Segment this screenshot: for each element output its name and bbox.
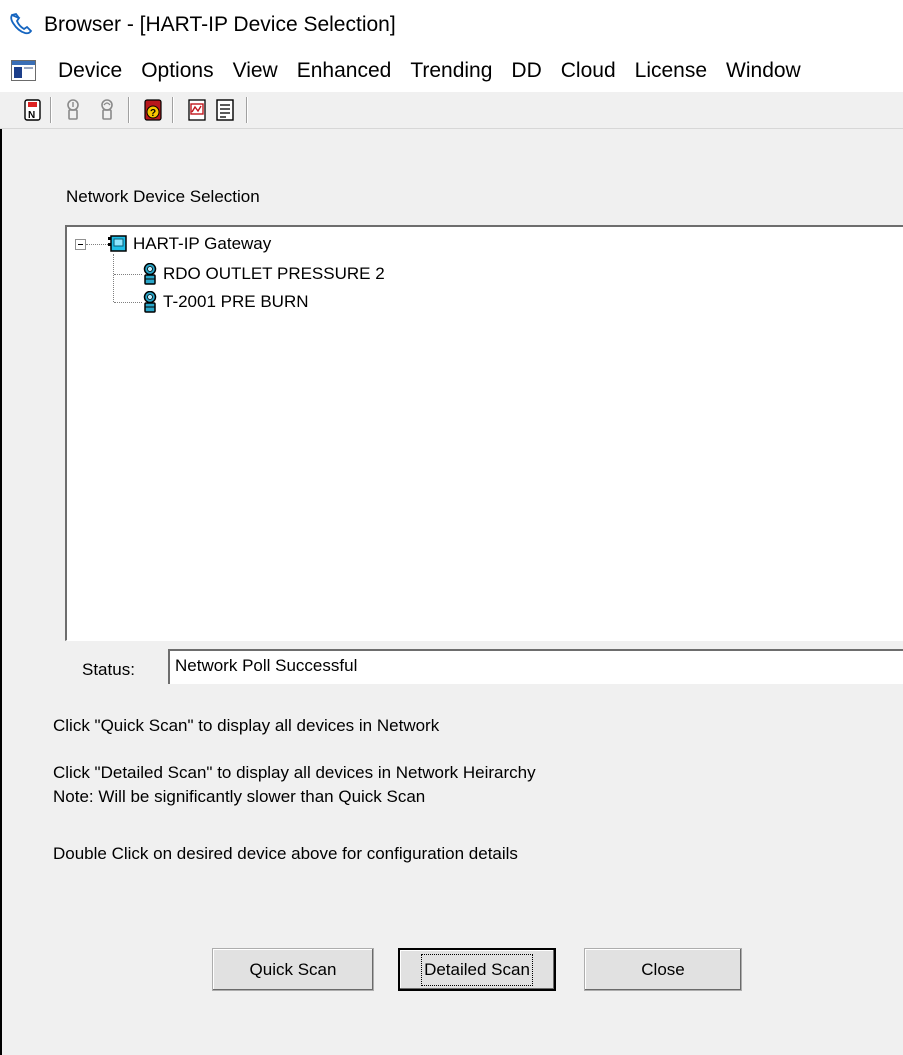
svg-text:?: ?: [150, 108, 156, 119]
button-label: Close: [641, 959, 685, 979]
mdi-child-window-icon[interactable]: [11, 60, 36, 81]
menu-license[interactable]: License: [635, 59, 707, 83]
menu-dd[interactable]: DD: [511, 59, 541, 83]
close-button[interactable]: Close: [584, 948, 742, 991]
button-label: Detailed Scan: [421, 953, 533, 986]
section-label: Network Device Selection: [66, 187, 260, 206]
tree-node-gateway[interactable]: HART-IP Gateway: [107, 231, 271, 257]
window-title: Browser - [HART-IP Device Selection]: [44, 13, 396, 36]
tree-node-label: HART-IP Gateway: [133, 234, 272, 253]
toolbar-separator: [172, 97, 174, 123]
help-text-double-click: Double Click on desired device above for…: [53, 844, 518, 863]
toolbar: N ?: [0, 92, 903, 129]
tree-node-label: T-2001 PRE BURN: [163, 292, 309, 311]
tree-node-device[interactable]: RDO OUTLET PRESSURE 2: [143, 261, 385, 287]
phone-handset-icon: [10, 12, 33, 35]
menu-trending[interactable]: Trending: [410, 59, 492, 83]
menu-bar: Device Options View Enhanced Trending DD…: [0, 50, 903, 92]
network-device-icon[interactable]: N: [22, 98, 44, 122]
transmitter-icon: [143, 291, 157, 313]
menu-options[interactable]: Options: [141, 59, 213, 83]
tree-connector: [86, 244, 108, 245]
tree-node-device[interactable]: T-2001 PRE BURN: [143, 289, 309, 315]
report-icon[interactable]: [186, 98, 208, 122]
toolbar-separator: [128, 97, 130, 123]
menu-enhanced[interactable]: Enhanced: [297, 59, 392, 83]
menu-window[interactable]: Window: [726, 59, 801, 83]
tree-connector: [114, 302, 142, 303]
transmitter-icon: [143, 263, 157, 285]
detailed-scan-button[interactable]: Detailed Scan: [398, 948, 556, 991]
quick-scan-button[interactable]: Quick Scan: [212, 948, 374, 991]
application-window: Browser - [HART-IP Device Selection] Dev…: [0, 0, 903, 1055]
toolbar-separator: [50, 97, 52, 123]
tree-connector: [114, 274, 142, 275]
help-text-note: Note: Will be significantly slower than …: [53, 787, 426, 806]
device-disabled-2-icon[interactable]: [96, 98, 118, 122]
device-selection-dialog: Network Device Selection HART-IP Gateway: [0, 129, 903, 1055]
tree-connector: [113, 254, 114, 302]
device-help-icon[interactable]: ?: [142, 98, 164, 122]
device-disabled-icon[interactable]: [62, 98, 84, 122]
network-device-tree[interactable]: HART-IP Gateway RDO OUTLET PRESSURE 2 T-…: [65, 225, 903, 641]
gateway-icon: [108, 235, 127, 252]
title-bar[interactable]: Browser - [HART-IP Device Selection]: [0, 0, 903, 48]
menu-device[interactable]: Device: [58, 59, 122, 83]
tree-node-label: RDO OUTLET PRESSURE 2: [163, 264, 385, 283]
toolbar-separator: [246, 97, 248, 123]
svg-text:N: N: [28, 110, 35, 121]
menu-cloud[interactable]: Cloud: [561, 59, 616, 83]
status-field: Network Poll Successful: [168, 649, 903, 684]
button-label: Quick Scan: [249, 959, 337, 979]
collapse-toggle-icon[interactable]: [75, 239, 86, 250]
help-text-quick-scan: Click "Quick Scan" to display all device…: [53, 716, 440, 735]
document-icon[interactable]: [214, 98, 236, 122]
menu-view[interactable]: View: [233, 59, 278, 83]
status-label: Status:: [82, 660, 135, 679]
help-text-detailed-scan: Click "Detailed Scan" to display all dev…: [53, 763, 536, 782]
